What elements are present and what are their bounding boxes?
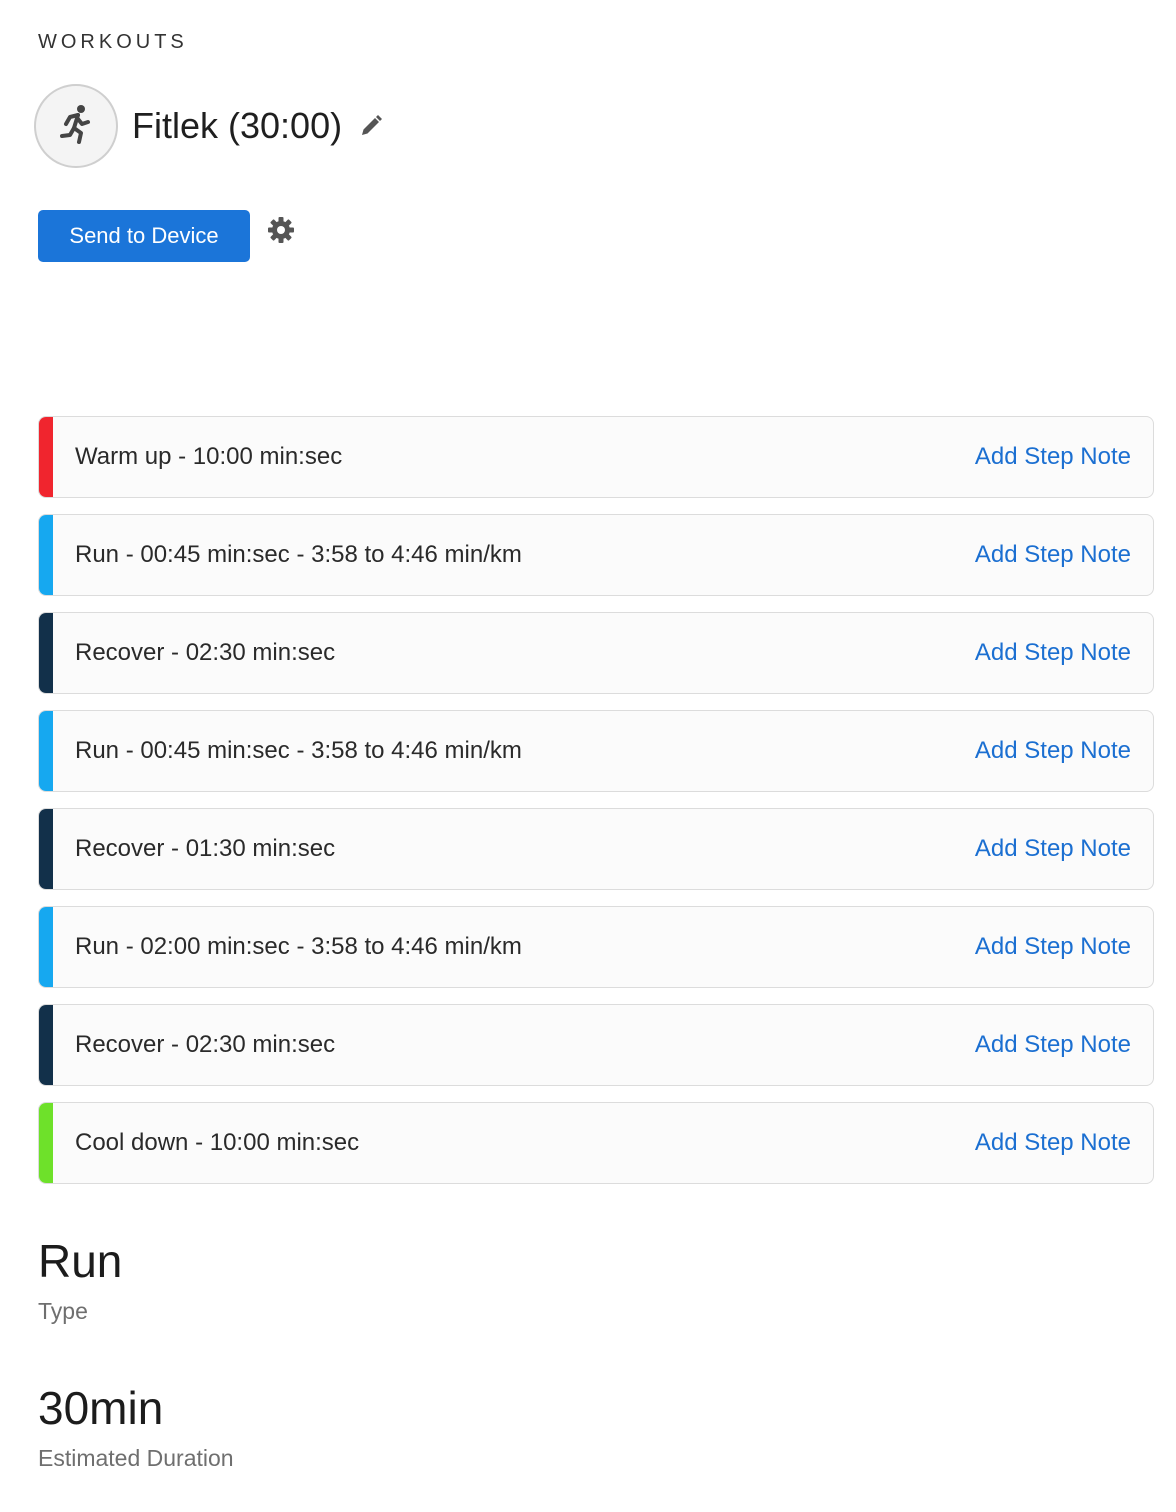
- add-step-note-link[interactable]: Add Step Note: [975, 835, 1131, 863]
- step-description: Recover - 01:30 min:sec: [75, 835, 336, 862]
- step-intensity-bar: [39, 711, 53, 791]
- workout-step: Run - 02:00 min:sec - 3:58 to 4:46 min/k…: [38, 906, 1154, 988]
- workout-actions: Send to Device: [38, 210, 296, 262]
- workout-detail-page: WORKOUTS Fitlek (30:00) Send to Device W…: [0, 0, 1176, 1512]
- workout-type-stat: Run Type: [38, 1238, 122, 1325]
- add-step-note-link[interactable]: Add Step Note: [975, 1129, 1131, 1157]
- step-intensity-bar: [39, 1103, 53, 1183]
- add-step-note-link[interactable]: Add Step Note: [975, 933, 1131, 961]
- step-description: Recover - 02:30 min:sec: [75, 1031, 336, 1058]
- running-person-icon: [54, 102, 98, 151]
- step-intensity-bar: [39, 515, 53, 595]
- workout-step: Recover - 01:30 min:sec Add Step Note: [38, 808, 1154, 890]
- workout-step: Recover - 02:30 min:sec Add Step Note: [38, 612, 1154, 694]
- workout-title: Fitlek (30:00): [132, 105, 343, 146]
- estimated-duration-value: 30min: [38, 1382, 164, 1434]
- workout-step: Run - 00:45 min:sec - 3:58 to 4:46 min/k…: [38, 514, 1154, 596]
- breadcrumb[interactable]: WORKOUTS: [38, 31, 188, 54]
- workout-step: Cool down - 10:00 min:sec Add Step Note: [38, 1102, 1154, 1184]
- step-description: Run - 00:45 min:sec - 3:58 to 4:46 min/k…: [75, 541, 522, 568]
- send-to-device-button[interactable]: Send to Device: [38, 210, 250, 262]
- step-description: Recover - 02:30 min:sec: [75, 639, 336, 666]
- step-description: Run - 02:00 min:sec - 3:58 to 4:46 min/k…: [75, 933, 522, 960]
- step-intensity-bar: [39, 613, 53, 693]
- workout-avatar: [34, 84, 118, 168]
- step-intensity-bar: [39, 417, 53, 497]
- workout-type-value: Run: [38, 1235, 123, 1287]
- step-description: Run - 00:45 min:sec - 3:58 to 4:46 min/k…: [75, 737, 522, 764]
- step-intensity-bar: [39, 1005, 53, 1085]
- workout-steps-list: Warm up - 10:00 min:sec Add Step Note Ru…: [38, 416, 1154, 1200]
- step-description: Cool down - 10:00 min:sec: [75, 1129, 360, 1156]
- estimated-duration-stat: 30min Estimated Duration: [38, 1385, 234, 1472]
- estimated-duration-label: Estimated Duration: [38, 1445, 234, 1471]
- add-step-note-link[interactable]: Add Step Note: [975, 1031, 1131, 1059]
- step-intensity-bar: [39, 809, 53, 889]
- step-description: Warm up - 10:00 min:sec: [75, 443, 343, 470]
- add-step-note-link[interactable]: Add Step Note: [975, 443, 1131, 471]
- workout-step: Warm up - 10:00 min:sec Add Step Note: [38, 416, 1154, 498]
- add-step-note-link[interactable]: Add Step Note: [975, 541, 1131, 569]
- workout-step: Recover - 02:30 min:sec Add Step Note: [38, 1004, 1154, 1086]
- add-step-note-link[interactable]: Add Step Note: [975, 639, 1131, 667]
- workout-type-label: Type: [38, 1298, 88, 1324]
- step-intensity-bar: [39, 907, 53, 987]
- workout-header: Fitlek (30:00): [34, 82, 384, 170]
- pencil-icon[interactable]: [358, 113, 384, 139]
- add-step-note-link[interactable]: Add Step Note: [975, 737, 1131, 765]
- gear-icon[interactable]: [266, 215, 296, 245]
- workout-step: Run - 00:45 min:sec - 3:58 to 4:46 min/k…: [38, 710, 1154, 792]
